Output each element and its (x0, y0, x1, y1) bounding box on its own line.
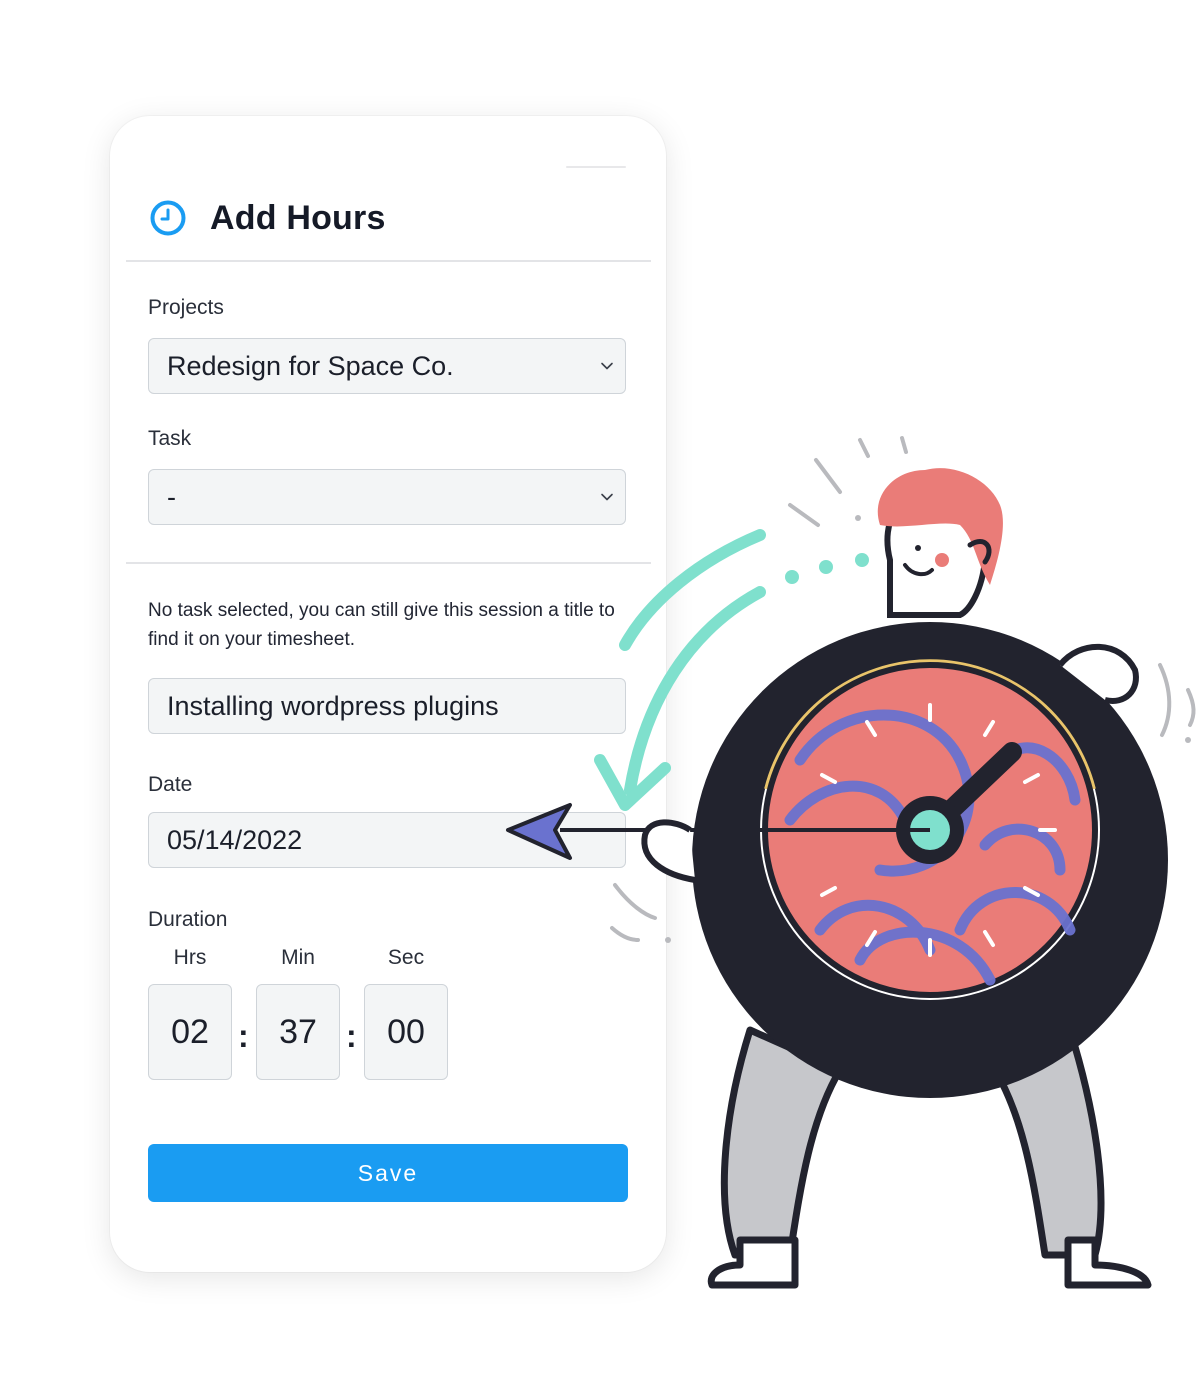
stopwatch-character-illustration (506, 436, 1196, 1289)
